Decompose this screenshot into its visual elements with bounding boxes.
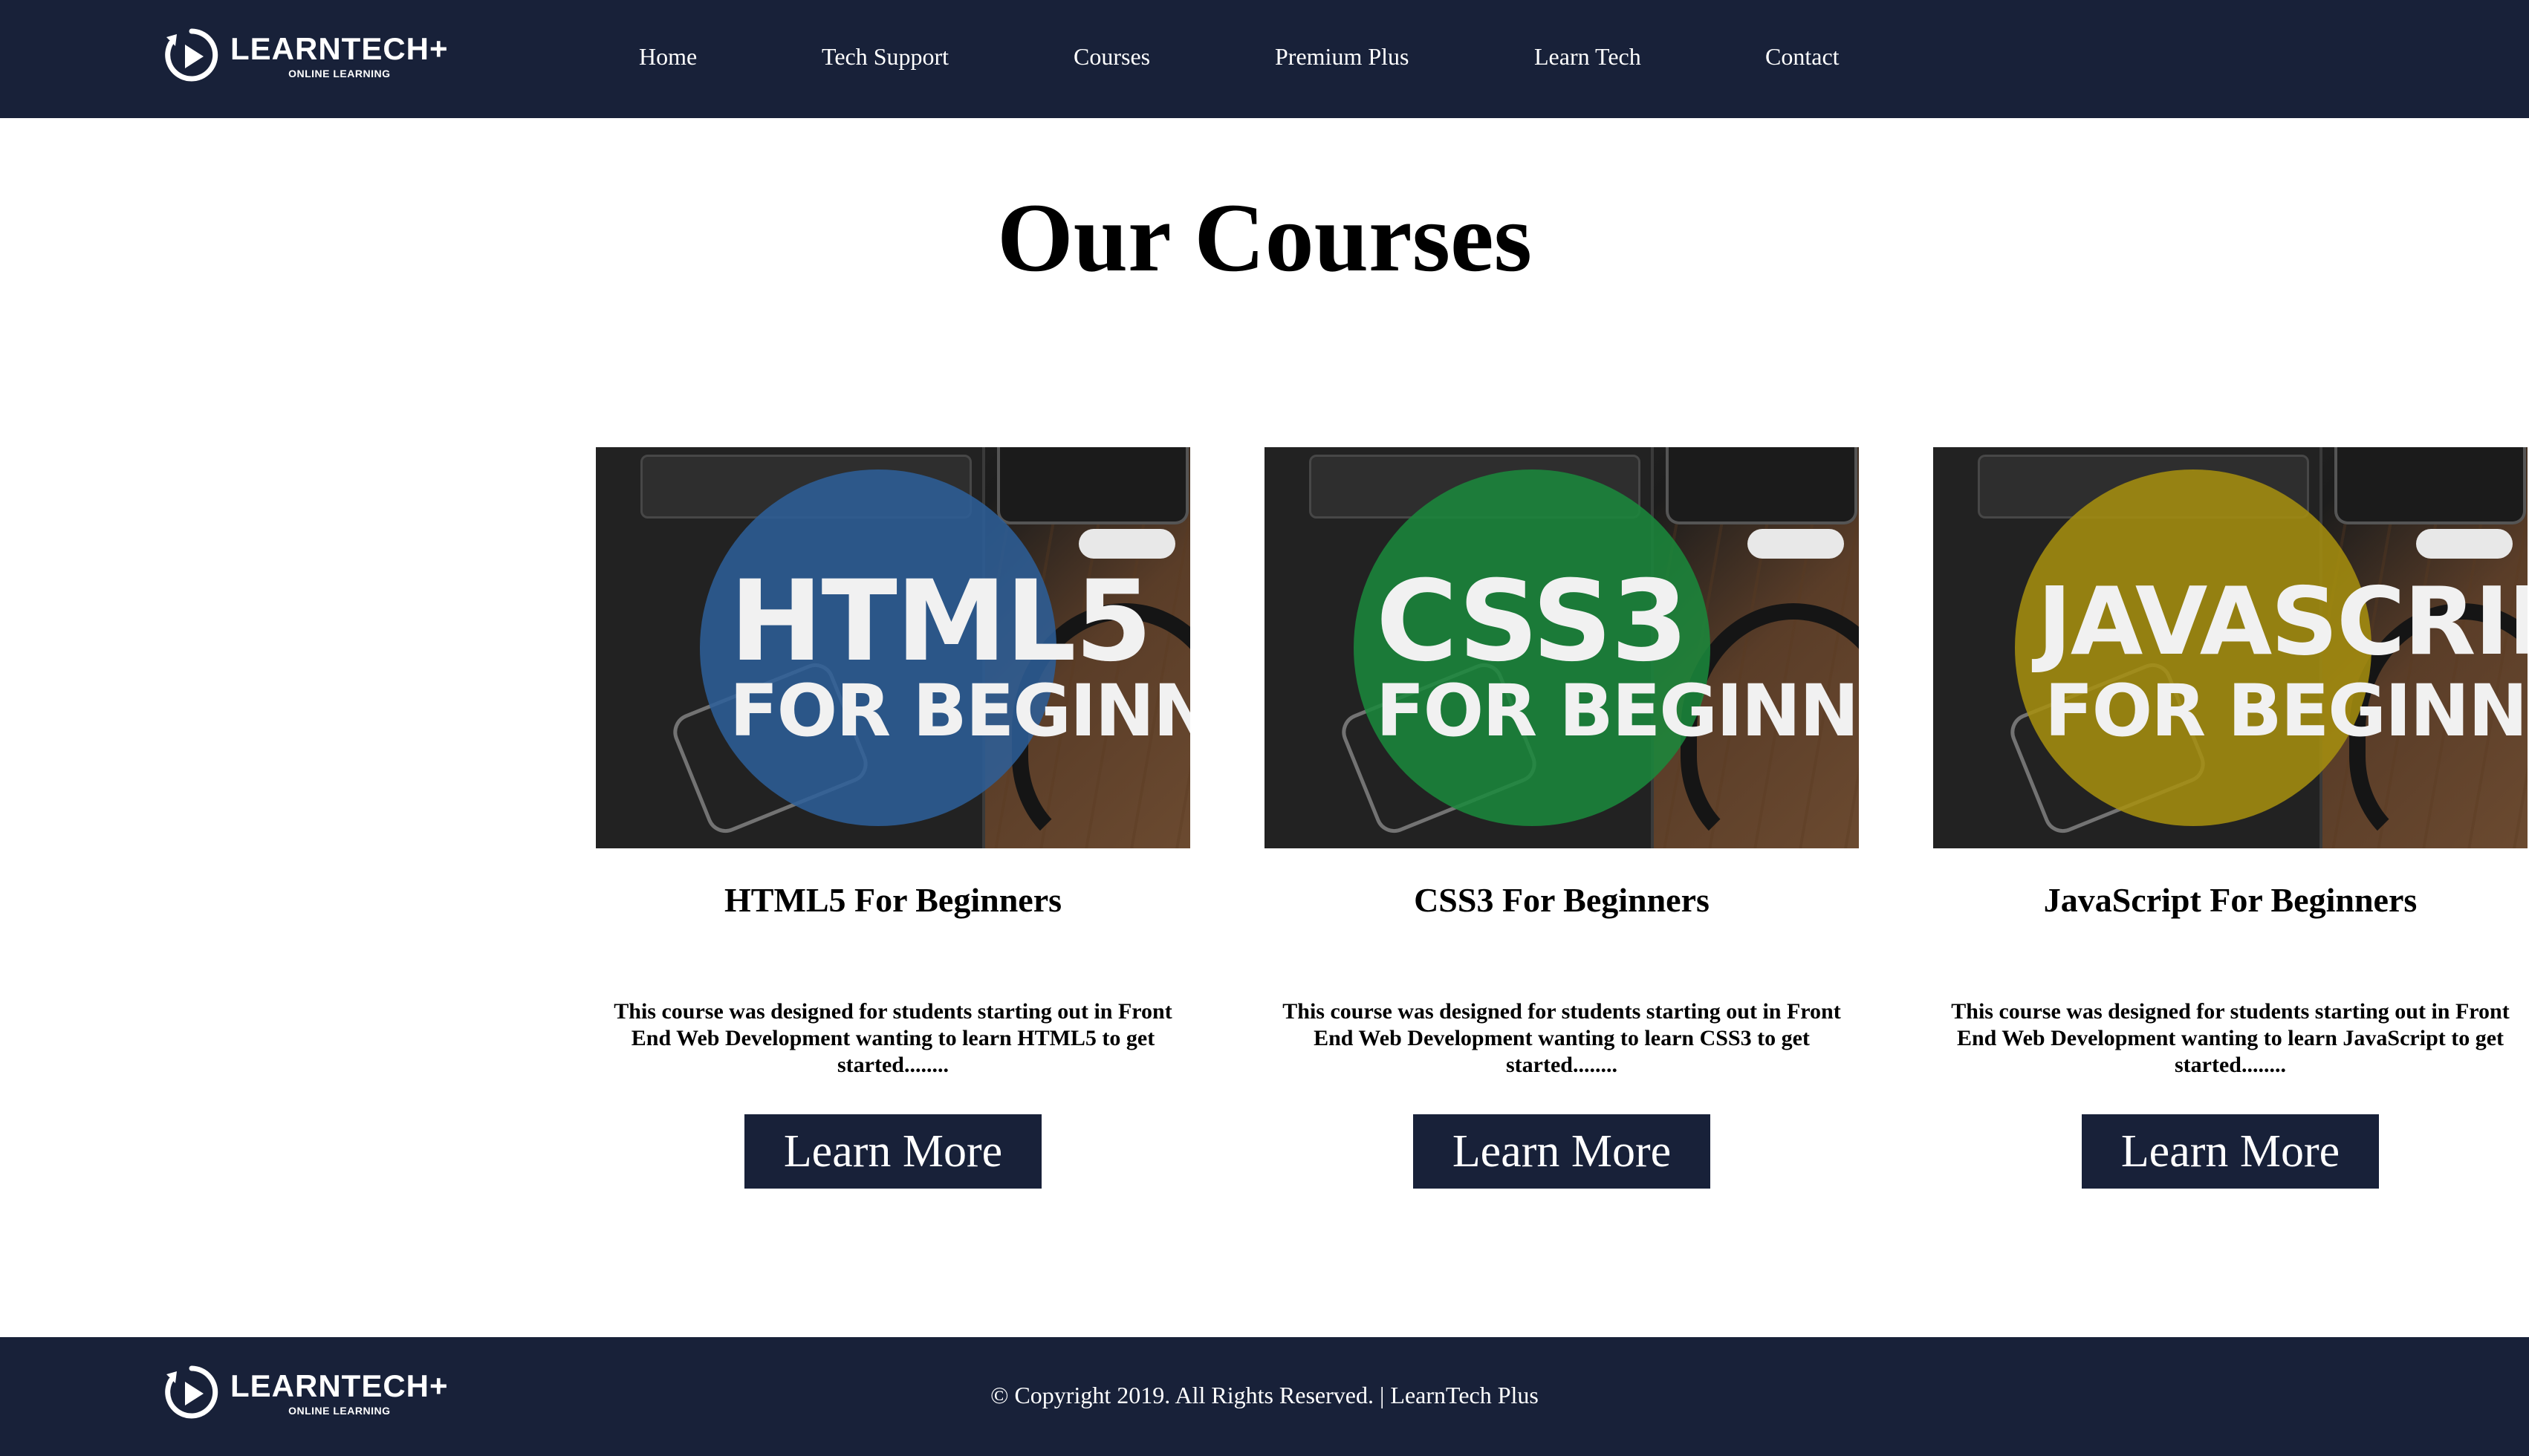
nav-courses[interactable]: Courses [1074, 42, 1150, 71]
page-title: Our Courses [997, 183, 1532, 292]
course-title[interactable]: CSS3 For Beginners [1264, 878, 1859, 923]
image-heading: JAVASCRIPT [2037, 567, 2528, 676]
nav-tech-support[interactable]: Tech Support [822, 42, 949, 71]
image-subheading: FOR BEGINNERS [730, 669, 1190, 753]
nav-premium-plus[interactable]: Premium Plus [1275, 42, 1409, 71]
course-card-css3: CSS3 FOR BEGINNERS CSS3 For Beginners Th… [1264, 447, 1859, 1189]
image-subheading: FOR BEGINNERS [1376, 669, 1859, 753]
course-card-html5: HTML5 FOR BEGINNERS HTML5 For Beginners … [596, 447, 1190, 1189]
course-card-javascript: JAVASCRIPT FOR BEGINNERS JavaScript For … [1933, 447, 2528, 1189]
learn-more-button[interactable]: Learn More [744, 1114, 1042, 1189]
image-heading: CSS3 [1376, 557, 1689, 686]
course-description: This course was designed for students st… [1951, 999, 2510, 1077]
copyright-text: © Copyright 2019. All Rights Reserved. |… [990, 1382, 1539, 1408]
course-image[interactable]: JAVASCRIPT FOR BEGINNERS [1933, 447, 2528, 848]
course-title[interactable]: JavaScript For Beginners [1933, 878, 2528, 923]
course-title[interactable]: HTML5 For Beginners [596, 878, 1190, 923]
course-image[interactable]: HTML5 FOR BEGINNERS [596, 447, 1190, 848]
image-subheading: FOR BEGINNERS [2045, 669, 2528, 753]
image-heading: HTML5 [730, 557, 1152, 686]
nav-contact[interactable]: Contact [1765, 42, 1840, 71]
nav-home[interactable]: Home [639, 42, 697, 71]
nav-learn-tech[interactable]: Learn Tech [1534, 42, 1641, 71]
course-description: This course was designed for students st… [614, 999, 1172, 1077]
learn-more-button[interactable]: Learn More [1413, 1114, 1710, 1189]
site-header: LEARNTECH+ ONLINE LEARNING Home Tech Sup… [0, 0, 2529, 118]
learn-more-button[interactable]: Learn More [2082, 1114, 2379, 1189]
course-description: This course was designed for students st… [1282, 999, 1841, 1077]
main-nav: Home Tech Support Courses Premium Plus L… [0, 0, 2529, 118]
course-image[interactable]: CSS3 FOR BEGINNERS [1264, 447, 1859, 848]
site-footer: LEARNTECH+ ONLINE LEARNING © Copyright 2… [0, 1337, 2529, 1456]
